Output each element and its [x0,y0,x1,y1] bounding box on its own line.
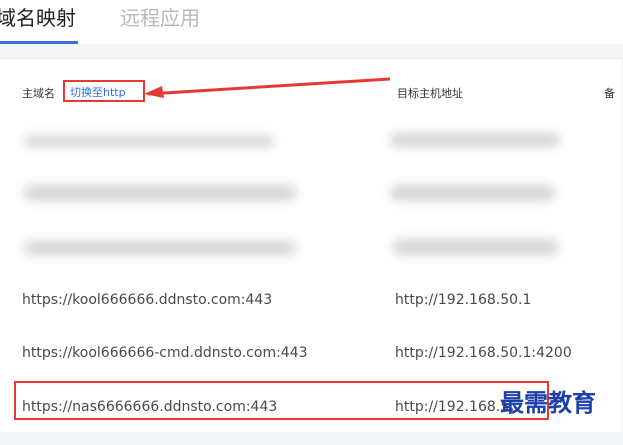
table-row-blurred[interactable] [0,129,622,175]
column-header-note: 备 [604,87,615,100]
active-tab-indicator [0,41,78,44]
row-domain: https://kool666666-cmd.ddnsto.com:443 [22,345,308,361]
red-arrow-annotation [144,77,391,98]
tab-bar: 域名映射 远程应用 [0,0,623,44]
blurred-domain [24,135,274,147]
switch-link-highlight: 切换至http [63,80,145,102]
tab-remote-apps[interactable]: 远程应用 [120,2,200,31]
table-row[interactable]: https://kool666666.ddnsto.com:443 http:/… [0,292,622,338]
table-row-blurred[interactable] [0,237,622,283]
blurred-domain [24,185,296,201]
blurred-target [390,133,560,147]
column-header-domain: 主域名 [22,87,55,100]
blurred-domain [24,241,296,255]
row-target: http://192.168.50.1:4200 [395,345,572,361]
blurred-target [390,185,555,201]
watermark: 最需教育 [500,388,596,417]
column-header-target-host: 目标主机地址 [397,87,463,100]
row-target: http://192.168.50.1 [395,292,532,308]
domain-mapping-table: 主域名 切换至http 目标主机地址 备 https://kool666666.… [0,58,622,432]
tab-domain-mapping[interactable]: 域名映射 [0,2,76,31]
table-row-blurred[interactable] [0,181,622,227]
highlighted-row-box [14,381,549,420]
row-domain: https://kool666666.ddnsto.com:443 [22,292,273,308]
blurred-target [393,239,558,255]
switch-to-http-link[interactable]: 切换至http [70,84,126,100]
